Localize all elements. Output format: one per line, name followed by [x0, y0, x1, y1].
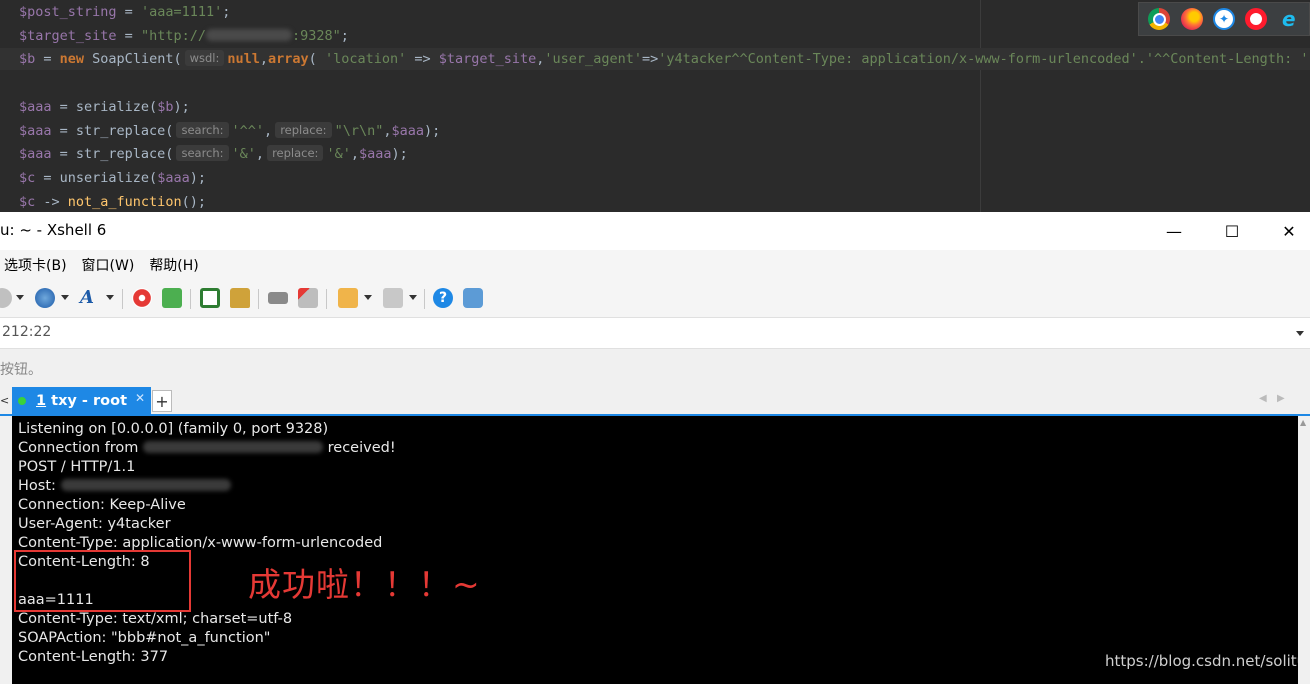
- param-hint-search: search:: [176, 122, 229, 138]
- address-bar[interactable]: 212:22: [0, 318, 1310, 349]
- minimize-button[interactable]: —: [1145, 212, 1203, 250]
- menu-bar: 选项卡(B) 窗口(W) 帮助(H): [0, 250, 1310, 280]
- help-icon[interactable]: ?: [433, 288, 453, 308]
- param-hint-replace: replace:: [267, 145, 324, 161]
- right-margin-guide: [980, 0, 981, 212]
- title-bar[interactable]: u: ~ - Xshell 6 — ☐ ✕: [0, 212, 1310, 250]
- code-line-3-current: $b = new SoapClient(wsdl: null,array( 'lo…: [0, 48, 1310, 70]
- chevron-down-icon[interactable]: [409, 295, 417, 300]
- maximize-button[interactable]: ☐: [1203, 212, 1261, 250]
- chevron-down-icon[interactable]: [364, 295, 372, 300]
- globe-icon[interactable]: [35, 288, 55, 308]
- toolbar-separator: [424, 289, 425, 309]
- menu-tabs[interactable]: 选项卡(B): [4, 255, 67, 275]
- xftp-icon[interactable]: [132, 288, 152, 308]
- safari-icon[interactable]: ✦: [1212, 8, 1235, 30]
- toolbar-separator: [122, 289, 123, 309]
- terminal-line: Content-Length: 377: [18, 649, 169, 665]
- connected-status-icon: [18, 396, 26, 405]
- fullscreen-icon[interactable]: [200, 288, 220, 308]
- terminal-scrollbar[interactable]: ▲: [1298, 416, 1310, 684]
- tab-number: 1: [36, 392, 47, 409]
- chevron-down-icon[interactable]: [1296, 331, 1304, 336]
- chevron-down-icon[interactable]: [61, 295, 69, 300]
- session-tab-bar: < 1 txy - root ✕ + ◀ ▶: [0, 387, 1310, 416]
- highlight-box: [14, 550, 191, 612]
- menu-window[interactable]: 窗口(W): [82, 255, 135, 275]
- address-input[interactable]: 212:22: [2, 324, 51, 340]
- param-hint-replace: replace:: [275, 122, 332, 138]
- param-hint-search: search:: [176, 145, 229, 161]
- code-line-6: $aaa = str_replace(search: '^^', replace: "…: [19, 122, 441, 139]
- code-line-9: $c -> not_a_function();: [19, 194, 206, 210]
- terminal-line: Host:: [18, 477, 231, 496]
- scroll-up-icon[interactable]: ▲: [1300, 418, 1306, 427]
- hint-text: 按钮。: [0, 362, 42, 378]
- tab-close-icon[interactable]: ✕: [135, 391, 145, 405]
- chevron-down-icon[interactable]: [106, 295, 114, 300]
- toolbar-separator: [326, 289, 327, 309]
- ie-icon[interactable]: e: [1278, 7, 1300, 31]
- terminal-line: User-Agent: y4tacker: [18, 516, 171, 532]
- tab-session-txy[interactable]: 1 txy - root ✕: [12, 387, 151, 414]
- redacted-ip: [205, 29, 292, 41]
- code-line-5: $aaa = serialize($b);: [19, 99, 190, 115]
- watermark: https://blog.csdn.net/solitudi: [1105, 652, 1298, 670]
- chevron-down-icon[interactable]: [16, 295, 24, 300]
- properties-icon[interactable]: [0, 288, 12, 308]
- menu-help[interactable]: 帮助(H): [149, 255, 198, 275]
- tab-label: txy - root: [46, 392, 127, 409]
- new-folder-icon[interactable]: [338, 288, 358, 308]
- keyboard-icon[interactable]: [268, 292, 288, 304]
- redacted-host: [60, 479, 231, 491]
- tab-scroll-left-icon[interactable]: <: [0, 394, 9, 407]
- lock-icon[interactable]: [230, 288, 250, 308]
- code-line-2: $target_site = "http://:9328";: [19, 28, 349, 44]
- code-line-1: $post_string = 'aaa=1111';: [19, 4, 231, 20]
- code-line-8: $c = unserialize($aaa);: [19, 170, 206, 186]
- xshell-window: u: ~ - Xshell 6 — ☐ ✕ 选项卡(B) 窗口(W) 帮助(H)…: [0, 212, 1310, 684]
- new-tab-button[interactable]: +: [152, 390, 172, 412]
- code-editor[interactable]: $post_string = 'aaa=1111'; $target_site …: [0, 0, 1310, 212]
- code-line-7: $aaa = str_replace(search: '&', replace: '&…: [19, 145, 408, 162]
- param-hint-wsdl: wsdl:: [184, 50, 225, 66]
- firefox-icon[interactable]: [1180, 8, 1203, 30]
- chrome-icon[interactable]: [1148, 8, 1171, 30]
- highlight-pen-icon[interactable]: [298, 288, 318, 308]
- terminal-line: POST / HTTP/1.1: [18, 459, 136, 475]
- toolbar-separator: [258, 289, 259, 309]
- terminal-line: Connection from received!: [18, 440, 396, 456]
- redacted-address: [143, 441, 324, 453]
- terminal-line: Connection: Keep-Alive: [18, 497, 186, 513]
- toolbar-separator: [190, 289, 191, 309]
- window-title: u: ~ - Xshell 6: [0, 221, 107, 239]
- tab-next-icon[interactable]: ▶: [1277, 393, 1285, 404]
- terminal-line: Listening on [0.0.0.0] (family 0, port 9…: [18, 421, 329, 437]
- opera-icon[interactable]: [1245, 8, 1268, 30]
- font-icon[interactable]: A: [80, 288, 100, 308]
- toolbar: A ?: [0, 280, 1310, 318]
- close-button[interactable]: ✕: [1260, 212, 1310, 250]
- terminal-line: Content-Type: text/xml; charset=utf-8: [18, 611, 293, 627]
- success-annotation: 成功啦！！！~: [248, 565, 481, 604]
- session-hint-bar: 按钮。: [0, 349, 1310, 387]
- tab-prev-icon[interactable]: ◀: [1259, 393, 1267, 404]
- terminal-line: SOAPAction: "bbb#not_a_function": [18, 630, 271, 646]
- chat-icon[interactable]: [463, 288, 483, 308]
- left-gutter: [0, 416, 12, 684]
- layout-icon[interactable]: [383, 288, 403, 308]
- browser-preview-bar: ✦ e: [1138, 2, 1310, 36]
- terminal-output[interactable]: Listening on [0.0.0.0] (family 0, port 9…: [12, 416, 1298, 684]
- xftp-transfer-icon[interactable]: [162, 288, 182, 308]
